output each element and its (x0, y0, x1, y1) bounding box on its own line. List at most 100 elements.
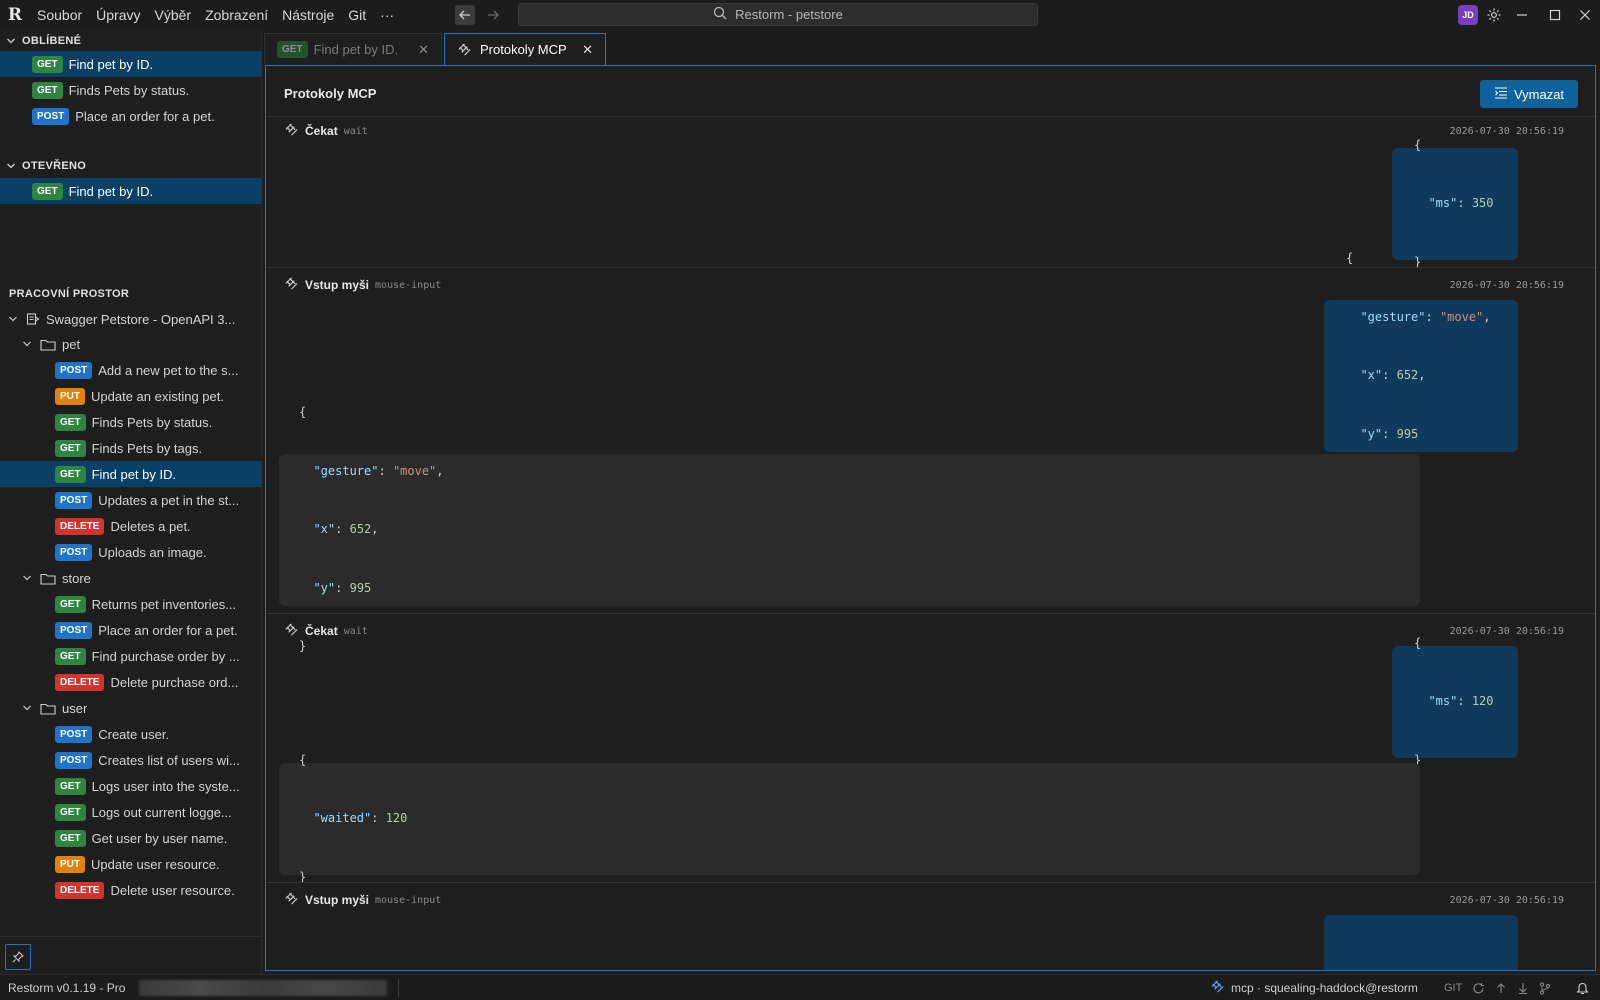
log-entry-header: Čekat wait 2026-07-30 20:56:19 (284, 121, 1564, 141)
menu-zobrazeni[interactable]: Zobrazení (198, 0, 275, 30)
method-badge: POST (55, 621, 93, 639)
request-item-selected[interactable]: GET Find pet by ID. (0, 461, 262, 487)
collection-swagger-petstore[interactable]: Swagger Petstore - OpenAPI 3... (0, 306, 262, 332)
request-item[interactable]: POST Place an order for a pet. (0, 617, 262, 643)
request-item[interactable]: GET Find purchase order by ... (0, 643, 262, 669)
method-badge: GET (32, 81, 63, 99)
response-json-block: { "gesture": "move", "x": 652, "y": 995 … (279, 405, 1420, 653)
pull-icon[interactable] (1515, 980, 1531, 996)
clear-button[interactable]: Vymazat (1480, 80, 1578, 108)
forward-arrow-icon[interactable] (483, 5, 503, 25)
close-icon[interactable] (1570, 0, 1600, 30)
method-badge: GET (55, 439, 86, 457)
json-line: { (299, 405, 307, 420)
divider (266, 882, 1595, 883)
gear-icon[interactable] (1484, 5, 1504, 25)
request-label: Get user by user name. (91, 830, 228, 846)
command-center-text: Restorm - petstore (735, 7, 843, 22)
favorite-item-finds-pets-by-status[interactable]: GET Finds Pets by status. (0, 77, 262, 103)
maximize-icon[interactable] (1540, 0, 1570, 30)
panel-title: Protokoly MCP (284, 86, 377, 101)
request-item[interactable]: PUT Update an existing pet. (0, 383, 262, 409)
request-item[interactable]: DELETE Delete purchase ord... (0, 669, 262, 695)
folder-store[interactable]: store (0, 565, 262, 591)
menu-soubor[interactable]: Soubor (30, 0, 89, 30)
favorite-item-label: Find pet by ID. (68, 56, 154, 72)
request-item[interactable]: DELETE Delete user resource. (0, 877, 262, 903)
method-badge: GET (55, 647, 86, 665)
favorite-item-find-pet-by-id[interactable]: GET Find pet by ID. (0, 51, 262, 77)
json-line: { (299, 752, 307, 767)
close-icon[interactable]: ✕ (582, 42, 593, 58)
request-label: Place an order for a pet. (98, 622, 238, 638)
method-badge: PUT (55, 387, 85, 405)
folder-pet[interactable]: pet (0, 331, 262, 357)
divider (398, 979, 399, 997)
collection-icon (26, 312, 40, 326)
method-badge: POST (55, 543, 93, 561)
request-item[interactable]: POST Updates a pet in the st... (0, 487, 262, 513)
request-label: Add a new pet to the s... (98, 362, 239, 378)
method-badge: GET (55, 465, 86, 483)
request-item[interactable]: POST Create user. (0, 721, 262, 747)
log-entry-time: 2026-07-30 20:56:19 (1449, 894, 1564, 906)
favorite-item-place-order[interactable]: POST Place an order for a pet. (0, 103, 262, 129)
request-item[interactable]: PUT Update user resource. (0, 851, 262, 877)
minimize-icon[interactable] (1507, 0, 1537, 30)
request-item[interactable]: POST Add a new pet to the s... (0, 357, 262, 383)
tab-find-pet-by-id[interactable]: GET Find pet by ID. ✕ (264, 33, 442, 65)
menu-more[interactable]: ··· (373, 0, 401, 30)
request-item[interactable]: GET Finds Pets by tags. (0, 435, 262, 461)
tab-protokoly-mcp[interactable]: Protokoly MCP ✕ (444, 33, 606, 65)
open-item-find-pet-by-id[interactable]: GET Find pet by ID. (0, 178, 262, 204)
json-line: { (1346, 251, 1354, 266)
clear-button-label: Vymazat (1513, 86, 1565, 102)
request-item[interactable]: GET Get user by user name. (0, 825, 262, 851)
folder-label: pet (62, 336, 81, 352)
close-icon[interactable]: ✕ (418, 42, 429, 58)
request-item[interactable]: DELETE Deletes a pet. (0, 513, 262, 539)
request-label: Logs user into the syste... (91, 778, 240, 794)
mcp-icon (457, 42, 472, 57)
command-center-search[interactable]: Restorm - petstore (518, 3, 1038, 26)
folder-icon (40, 338, 56, 351)
menu-upravy[interactable]: Úpravy (89, 0, 147, 30)
request-item[interactable]: GET Logs out current logge... (0, 799, 262, 825)
push-icon[interactable] (1493, 980, 1509, 996)
folder-user[interactable]: user (0, 695, 262, 721)
request-item[interactable]: GET Returns pet inventories... (0, 591, 262, 617)
method-badge: GET (55, 777, 86, 795)
search-icon (713, 6, 727, 23)
tab-label: Protokoly MCP (480, 42, 567, 57)
request-label: Logs out current logge... (91, 804, 232, 820)
request-item[interactable]: POST Creates list of users wi... (0, 747, 262, 773)
request-item[interactable]: GET Finds Pets by status. (0, 409, 262, 435)
divider (266, 613, 1595, 614)
workspace-title: PRACOVNÍ PROSTOR (9, 288, 130, 300)
request-item[interactable]: GET Logs user into the syste... (0, 773, 262, 799)
request-item[interactable]: POST Uploads an image. (0, 539, 262, 565)
back-arrow-icon[interactable] (455, 5, 475, 25)
favorite-item-label: Place an order for a pet. (75, 108, 215, 124)
request-label: Update an existing pet. (91, 388, 224, 404)
open-header[interactable]: OTEVŘENO (0, 155, 262, 177)
pin-icon[interactable] (5, 944, 31, 970)
refresh-icon[interactable] (1470, 980, 1486, 996)
log-entry-title: Vstup myši (305, 278, 370, 292)
folder-icon (40, 572, 56, 585)
mcp-status[interactable]: mcp · squealing-haddock@restorm (1210, 975, 1418, 1000)
favorites-header[interactable]: OBLÍBENÉ (0, 30, 262, 52)
avatar[interactable]: JD (1458, 5, 1478, 25)
menu-vyber[interactable]: Výběr (148, 0, 199, 30)
method-badge: GET (32, 55, 63, 73)
response-json-block: { "waited": 120 } (279, 753, 1420, 884)
log-entry-header: Vstup myši mouse-input 2026-07-30 20:56:… (284, 890, 1564, 910)
menu-nastroje[interactable]: Nástroje (275, 0, 341, 30)
menu-git[interactable]: Git (341, 0, 373, 30)
tab-label: Find pet by ID. (313, 42, 399, 57)
method-badge: GET (55, 829, 86, 847)
bell-icon[interactable] (1574, 980, 1590, 996)
log-entry-title: Vstup myši (305, 893, 370, 907)
request-label: Creates list of users wi... (98, 752, 240, 768)
branch-icon[interactable] (1537, 980, 1553, 996)
